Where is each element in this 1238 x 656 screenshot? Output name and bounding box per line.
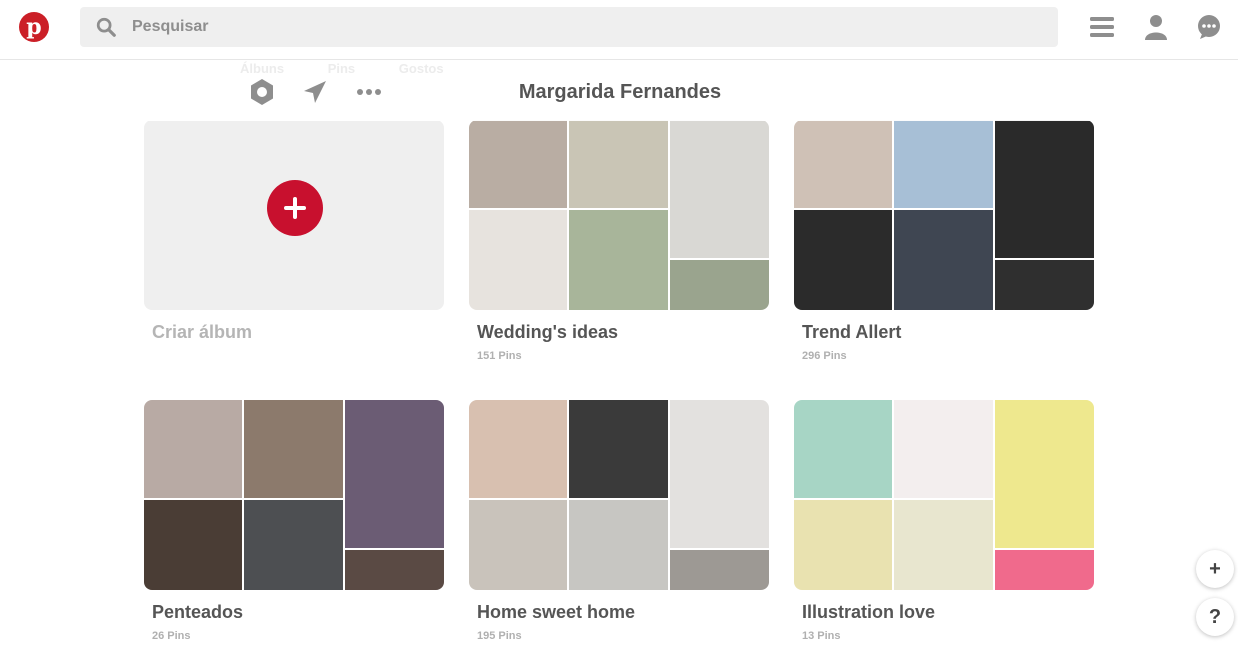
pin-thumbnail xyxy=(569,400,668,498)
board-title[interactable]: Trend Allert xyxy=(802,322,1094,343)
pin-thumbnail xyxy=(144,400,242,498)
pinterest-logo[interactable]: p xyxy=(19,12,49,42)
create-album-card[interactable]: Criar álbum xyxy=(144,120,444,343)
board-title[interactable]: Home sweet home xyxy=(477,602,769,623)
profile-bar: Álbuns Pins Gostos Margarida Fernandes xyxy=(0,61,1238,121)
top-bar: p xyxy=(0,0,1238,60)
pin-thumbnail xyxy=(569,500,668,590)
pin-thumbnail xyxy=(894,210,993,310)
pin-thumbnail xyxy=(469,400,567,498)
pin-thumbnail xyxy=(794,400,892,498)
pin-thumbnail xyxy=(894,500,993,590)
board-pin-count: 151 Pins xyxy=(477,350,522,362)
pin-thumbnail xyxy=(469,120,567,208)
pin-thumbnail xyxy=(794,120,892,208)
pin-thumbnail xyxy=(345,550,444,590)
settings-icon[interactable] xyxy=(248,78,276,106)
pin-thumbnail xyxy=(469,500,567,590)
board-pin-count: 13 Pins xyxy=(802,630,841,642)
search-input[interactable] xyxy=(132,7,1032,47)
messages-icon[interactable] xyxy=(1196,14,1222,40)
pin-thumbnail xyxy=(670,120,769,258)
send-icon[interactable] xyxy=(301,78,329,106)
search-icon xyxy=(96,17,116,37)
board-card[interactable]: Wedding's ideas 151 Pins xyxy=(469,120,769,362)
help-button[interactable]: ? xyxy=(1196,598,1234,636)
tab-pins[interactable]: Pins xyxy=(328,61,355,75)
board-card[interactable]: Home sweet home 195 Pins xyxy=(469,400,769,642)
pin-thumbnail xyxy=(995,400,1094,548)
create-album-cover[interactable] xyxy=(144,120,444,310)
board-pin-count: 296 Pins xyxy=(802,350,847,362)
board-card[interactable]: Trend Allert 296 Pins xyxy=(794,120,1094,362)
pin-thumbnail xyxy=(670,400,769,548)
pin-thumbnail xyxy=(345,400,444,548)
create-album-label[interactable]: Criar álbum xyxy=(152,322,444,343)
pin-thumbnail xyxy=(995,120,1094,258)
board-card[interactable]: Illustration love 13 Pins xyxy=(794,400,1094,642)
pin-thumbnail xyxy=(569,120,668,208)
profile-icon[interactable] xyxy=(1143,14,1169,40)
pin-thumbnail xyxy=(995,260,1094,310)
pin-thumbnail xyxy=(894,400,993,498)
pin-thumbnail xyxy=(995,550,1094,590)
board-cover[interactable] xyxy=(794,400,1094,590)
more-icon[interactable] xyxy=(355,78,383,106)
pin-thumbnail xyxy=(244,400,343,498)
board-pin-count: 26 Pins xyxy=(152,630,191,642)
search-bar[interactable] xyxy=(80,7,1058,47)
menu-icon[interactable] xyxy=(1089,14,1115,40)
pin-thumbnail xyxy=(569,210,668,310)
board-pin-count: 195 Pins xyxy=(477,630,522,642)
pin-thumbnail xyxy=(469,210,567,310)
board-cover[interactable] xyxy=(469,400,769,590)
board-card[interactable]: Penteados 26 Pins xyxy=(144,400,444,642)
pin-thumbnail xyxy=(794,500,892,590)
pin-thumbnail xyxy=(670,260,769,310)
pin-thumbnail xyxy=(244,500,343,590)
board-cover[interactable] xyxy=(794,120,1094,310)
pin-thumbnail xyxy=(894,120,993,208)
board-cover[interactable] xyxy=(469,120,769,310)
add-album-icon[interactable] xyxy=(267,180,323,236)
pin-thumbnail xyxy=(144,500,242,590)
tab-likes[interactable]: Gostos xyxy=(399,61,444,75)
board-title[interactable]: Wedding's ideas xyxy=(477,322,769,343)
add-pin-button[interactable]: + xyxy=(1196,550,1234,588)
profile-name: Margarida Fernandes xyxy=(518,81,722,103)
pin-thumbnail xyxy=(794,210,892,310)
board-cover[interactable] xyxy=(144,400,444,590)
profile-tabs-faded: Álbuns Pins Gostos xyxy=(240,61,484,75)
tab-albums[interactable]: Álbuns xyxy=(240,61,284,75)
pin-thumbnail xyxy=(670,550,769,590)
board-title[interactable]: Illustration love xyxy=(802,602,1094,623)
board-title[interactable]: Penteados xyxy=(152,602,444,623)
